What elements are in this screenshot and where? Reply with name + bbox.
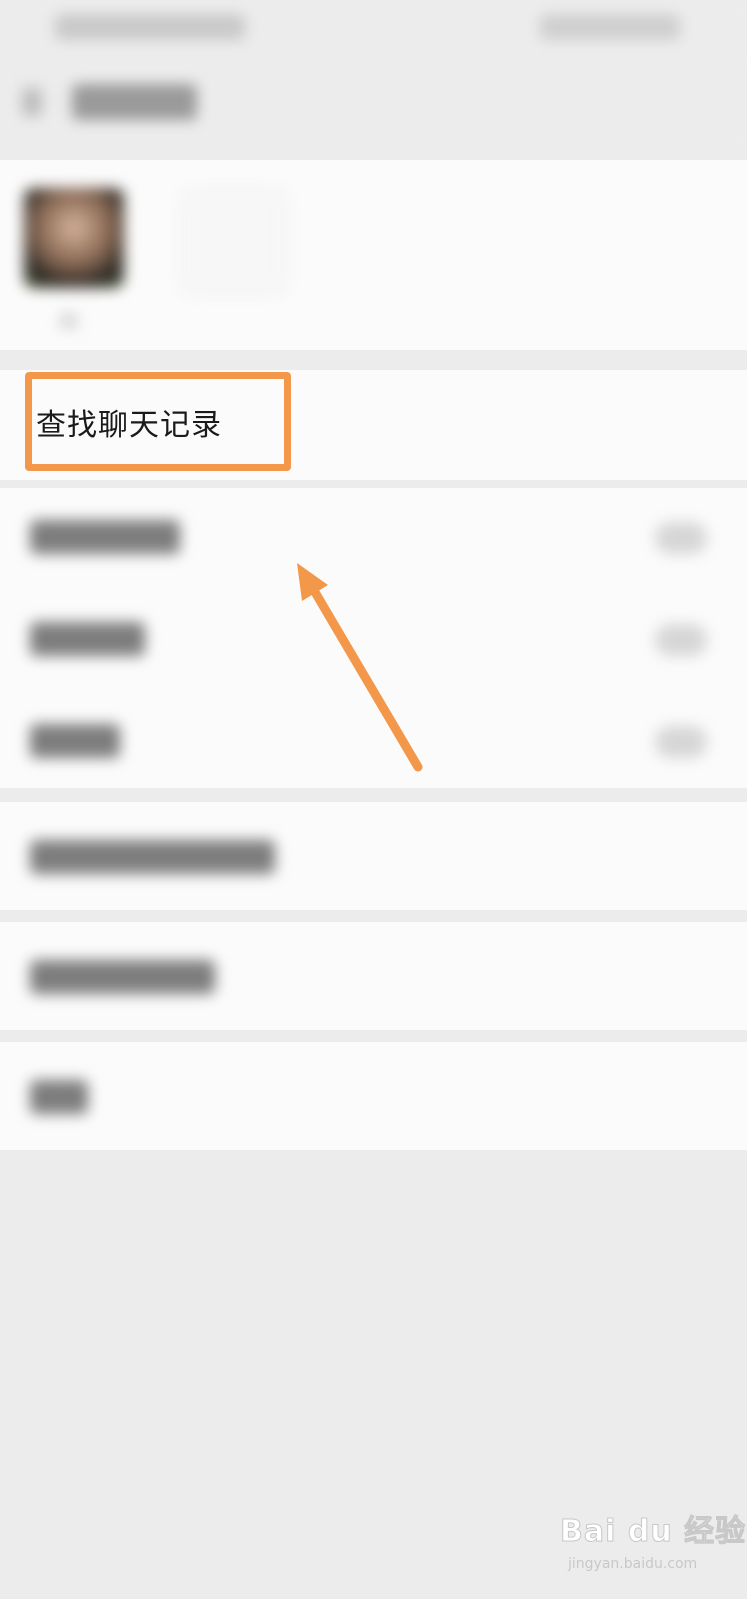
clear-history-label bbox=[30, 960, 215, 994]
mute-notifications-label bbox=[30, 520, 180, 554]
watermark-url: jingyan.baidu.com bbox=[568, 1556, 698, 1572]
reminder-toggle[interactable] bbox=[655, 726, 707, 758]
chat-background-row[interactable] bbox=[0, 802, 747, 910]
back-arrow-icon[interactable] bbox=[22, 88, 42, 116]
baidu-jingyan-watermark: Bai du 经验 jingyan.baidu.com bbox=[559, 1492, 745, 1582]
chat-background-label bbox=[30, 840, 275, 874]
highlight-box bbox=[25, 372, 291, 471]
chat-info-screen: 妈 查找聊天记录 Bai du 经验 jingyan.baidu.com bbox=[0, 0, 747, 1599]
nav-bar bbox=[0, 60, 747, 150]
status-right-info bbox=[540, 14, 680, 40]
report-label bbox=[30, 1080, 88, 1114]
sticky-chat-toggle[interactable] bbox=[655, 624, 707, 656]
arrow-shaft bbox=[307, 582, 423, 772]
status-left-info bbox=[55, 14, 245, 40]
member-card: 妈 bbox=[0, 160, 747, 350]
report-row[interactable] bbox=[0, 1042, 747, 1150]
page-title bbox=[72, 84, 197, 120]
sticky-chat-label bbox=[30, 622, 145, 656]
avatar[interactable] bbox=[24, 188, 124, 288]
clear-history-row[interactable] bbox=[0, 922, 747, 1030]
member-name: 妈 bbox=[60, 312, 78, 333]
reminder-label bbox=[30, 724, 120, 758]
add-member-button[interactable] bbox=[182, 190, 286, 294]
watermark-logo: Bai du 经验 bbox=[559, 1514, 747, 1550]
status-bar bbox=[0, 0, 747, 60]
mute-notifications-toggle[interactable] bbox=[655, 522, 707, 554]
pointer-arrow-icon bbox=[297, 563, 423, 772]
